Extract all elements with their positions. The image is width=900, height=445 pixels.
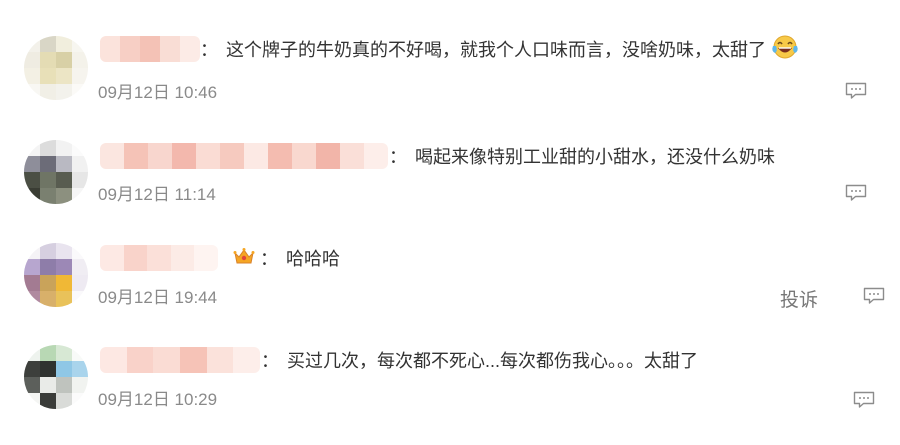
name-separator: ： xyxy=(260,249,278,269)
comment-text: 买过几次，每次都不死心...每次都伤我心。。。太甜了 xyxy=(287,351,699,371)
comment-item: ： 买过几次，每次都不死心...每次都伤我心。。。太甜了 09月12日 10:2… xyxy=(0,345,900,445)
comment-time: 09月12日 19:44 xyxy=(98,288,218,307)
username-blurred[interactable] xyxy=(100,36,200,62)
comment-item: ： 哈哈哈 09月12日 19:44 投诉 xyxy=(0,243,900,343)
comment-line: ： 哈哈哈 xyxy=(230,244,340,272)
comment-line: ： 买过几次，每次都不死心...每次都伤我心。。。太甜了 xyxy=(261,346,698,374)
crown-badge-icon xyxy=(232,245,256,272)
avatar[interactable] xyxy=(24,36,88,100)
avatar[interactable] xyxy=(24,345,88,409)
name-separator: ： xyxy=(200,40,218,60)
name-separator: ： xyxy=(389,147,407,167)
comment-item: ： 喝起来像特别工业甜的小甜水，还没什么奶味 09月12日 11:14 xyxy=(0,140,900,240)
comment-text: 这个牌子的牛奶真的不好喝，就我个人口味而言，没啥奶味，太甜了 xyxy=(226,40,766,60)
username-blurred[interactable] xyxy=(100,143,388,169)
comment-bubble-icon[interactable] xyxy=(845,82,867,100)
comment-time: 09月12日 10:29 xyxy=(98,390,218,409)
avatar[interactable] xyxy=(24,140,88,204)
comment-line: ： 这个牌子的牛奶真的不好喝，就我个人口味而言，没啥奶味，太甜了 xyxy=(200,35,800,63)
comment-time: 09月12日 11:14 xyxy=(98,185,216,204)
comment-time: 09月12日 10:46 xyxy=(98,83,218,102)
username-blurred[interactable] xyxy=(100,347,260,373)
username-blurred[interactable] xyxy=(100,245,218,271)
comment-bubble-icon[interactable] xyxy=(863,287,885,305)
comment-line: ： 喝起来像特别工业甜的小甜水，还没什么奶味 xyxy=(389,142,775,170)
comment-bubble-icon[interactable] xyxy=(845,184,867,202)
name-separator: ： xyxy=(261,351,279,371)
comment-bubble-icon[interactable] xyxy=(853,391,875,409)
laughing-tears-emoji-icon xyxy=(770,34,800,65)
comment-text: 喝起来像特别工业甜的小甜水，还没什么奶味 xyxy=(415,147,775,167)
comment-text: 哈哈哈 xyxy=(286,249,340,269)
avatar[interactable] xyxy=(24,243,88,307)
comment-item: ： 这个牌子的牛奶真的不好喝，就我个人口味而言，没啥奶味，太甜了 09月12日 … xyxy=(0,30,900,130)
report-link[interactable]: 投诉 xyxy=(780,285,818,312)
